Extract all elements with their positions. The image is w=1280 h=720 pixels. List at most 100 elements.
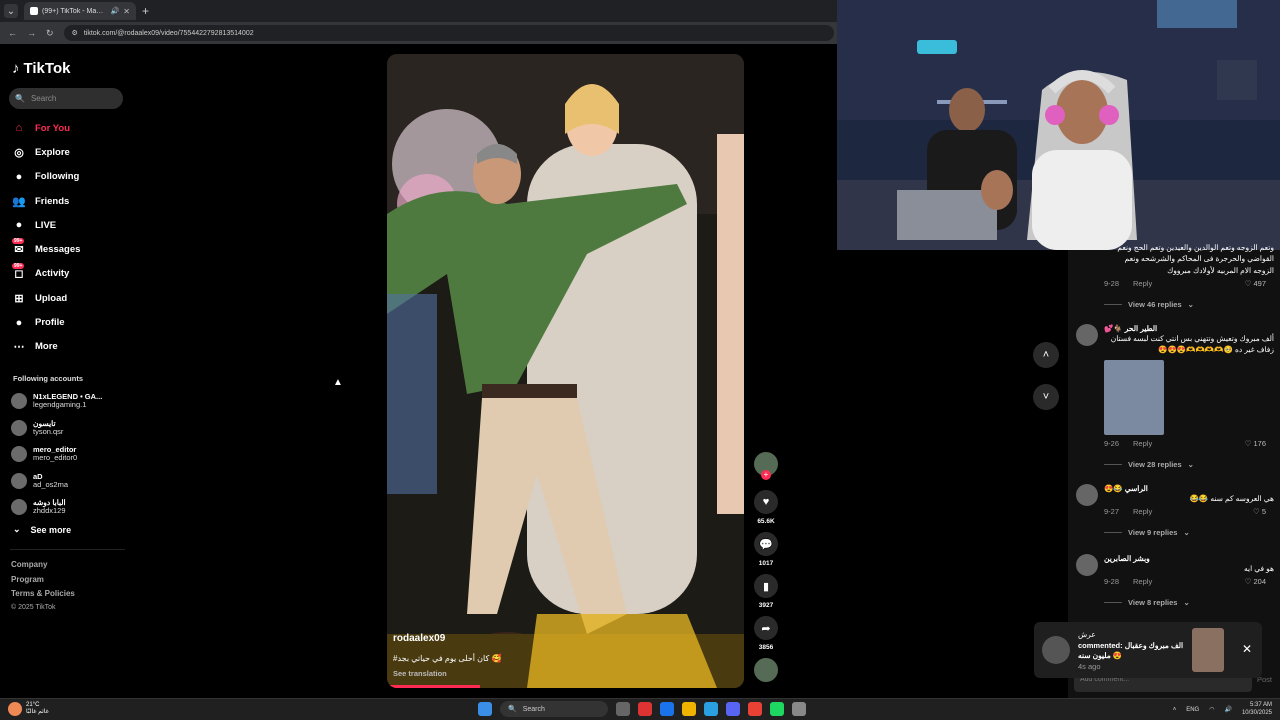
avatar[interactable] [1076,484,1098,506]
mouse-cursor-icon: ▲ [333,377,343,388]
reply-button[interactable]: Reply [1133,507,1152,516]
chevron-down-icon[interactable]: ˅ [1033,384,1059,410]
comment-button[interactable]: 💬 1017 [752,532,780,567]
nav-following[interactable]: ● Following [11,165,126,189]
avatar [11,472,27,489]
close-tab-icon[interactable]: ✕ [123,7,130,16]
nav-label: Activity [35,268,70,280]
footer-terms-link[interactable]: Terms & Policies [11,589,75,604]
language-indicator[interactable]: ENG [1186,707,1199,713]
comment-author[interactable]: الطير الحر 🐐💕 [1104,324,1274,333]
nav-upload[interactable]: ⊞ Upload [11,286,126,310]
account-handle: tyson.qsr [33,426,64,436]
view-replies-button[interactable]: View 46 replies ⌄ [1104,300,1274,309]
file-explorer-icon[interactable] [682,702,696,716]
spotify-icon[interactable] [770,702,784,716]
comment-item: الراسي 😂😍 هي العروسه كم سنه 😂😂 9-27 Repl… [1104,484,1274,537]
comment-author[interactable]: وبشر الصابرين [1104,554,1274,563]
account-handle: mero_editor0 [33,453,78,463]
follow-plus-icon[interactable]: + [761,470,771,480]
task-view-icon[interactable] [616,702,630,716]
following-account[interactable]: تايسون tyson.qsr [11,415,126,442]
nav-messages[interactable]: ✉ 99+ Messages [11,237,126,261]
comment-notification-toast[interactable]: عرش commented: الف مبروك وعقبال مليون سن… [1034,622,1262,678]
compass-icon: ◎ [14,146,24,159]
chevron-up-icon[interactable]: ˄ [1173,707,1177,713]
search-icon: 🔍 [508,706,517,713]
creator-avatar-button[interactable]: + [752,452,780,480]
nav-more[interactable]: ⋯ More [11,335,126,359]
see-translation-link[interactable]: See translation [393,669,501,678]
edge-icon[interactable] [704,702,718,716]
app-icon[interactable] [792,702,806,716]
following-account[interactable]: mero_editor mero_editor0 [11,441,126,468]
nav-label: Explore [35,146,70,158]
url-text: tiktok.com/@rodaalex09/video/75544227928… [83,29,254,37]
brand-name: TikTok [23,60,71,77]
avatar[interactable] [1076,554,1098,576]
back-icon[interactable]: ← [8,28,17,38]
comment-image[interactable] [1104,359,1164,435]
home-icon: ⌂ [15,122,23,135]
webcam-overlay [837,0,1280,250]
view-replies-button[interactable]: View 9 replies ⌄ [1104,528,1274,537]
account-handle: legendgaming.1 [33,400,87,410]
footer-company-link[interactable]: Company [11,560,75,575]
share-button[interactable]: ➦ 3856 [752,616,780,651]
app-icon[interactable] [638,702,652,716]
clock[interactable]: 5:37 AM 10/30/2025 [1242,702,1272,718]
nav-activity[interactable]: ◻ 99+ Activity [11,262,126,286]
tiktok-logo[interactable]: ♪ TikTok [12,60,70,77]
windows-start-icon[interactable] [478,702,492,716]
discord-icon[interactable] [726,702,740,716]
speaker-icon[interactable]: 🔊 [111,7,120,15]
taskbar-search[interactable]: 🔍 Search [500,701,608,717]
address-bar[interactable]: ⚙ tiktok.com/@rodaalex09/video/755442279… [63,25,834,41]
nav-for-you[interactable]: ⌂ For You [11,116,126,140]
nav-profile[interactable]: ● Profile [11,310,126,334]
comment-like-button[interactable]: ♡ 176 [1245,439,1266,448]
following-account[interactable]: N1xLEGEND • GA... legendgaming.1 [11,388,126,415]
comment-author[interactable]: الراسي 😂😍 [1104,484,1274,493]
taskbar-search-label: Search [522,705,545,713]
reload-icon[interactable]: ↻ [46,28,54,39]
view-replies-button[interactable]: View 8 replies ⌄ [1104,598,1274,607]
following-account[interactable]: aD ad_os2ma [11,468,126,495]
avatar[interactable] [1076,324,1098,346]
browser-tab[interactable]: (99+) TikTok - Make Your Day 🔊 ✕ [24,2,136,20]
weather-widget[interactable]: 21°C غائم غالبًا [8,702,49,716]
music-disc-icon [754,658,778,682]
comment-like-button[interactable]: ♡ 204 [1245,577,1266,586]
chevron-up-icon[interactable]: ˄ [1033,342,1059,368]
volume-icon[interactable]: 🔊 [1224,706,1231,713]
new-tab-button[interactable]: + [142,4,149,18]
nav-label: Messages [35,244,81,256]
reply-button[interactable]: Reply [1133,577,1152,586]
music-disc-button[interactable] [752,658,780,682]
site-info-icon[interactable]: ⚙ [72,29,78,37]
nav-explore[interactable]: ◎ Explore [11,140,126,164]
comment-like-button[interactable]: ♡ 497 [1245,279,1266,288]
outlook-icon[interactable] [660,702,674,716]
chrome-icon[interactable] [748,702,762,716]
nav-friends[interactable]: 👥 Friends [11,189,126,213]
close-icon[interactable]: ✕ [1242,642,1252,656]
like-button[interactable]: ♥ 65.6K [752,490,780,525]
video-progress-bar[interactable] [387,685,480,688]
view-replies-button[interactable]: View 28 replies ⌄ [1104,460,1274,469]
forward-icon[interactable]: → [27,28,36,38]
tab-list-chevron-icon[interactable]: ⌄ [4,4,18,18]
comment-like-button[interactable]: ♡ 5 [1253,507,1266,516]
see-more-button[interactable]: ⌄ See more [13,524,71,535]
reply-button[interactable]: Reply [1133,279,1152,288]
search-input[interactable]: 🔍 Search [9,88,123,109]
nav-live[interactable]: ● LIVE [11,213,126,237]
wifi-icon[interactable]: ◠ [1209,706,1214,713]
save-button[interactable]: ▮ 3927 [752,574,780,609]
video-player[interactable]: rodaalex09 #كان أحلى يوم في حياتي بجد 🥰 … [387,54,744,688]
footer-program-link[interactable]: Program [11,575,75,590]
video-author[interactable]: rodaalex09 [393,633,501,644]
reply-button[interactable]: Reply [1133,439,1152,448]
following-account[interactable]: البابا دوشه zhddx129 [11,494,126,521]
following-icon: ● [15,170,23,183]
